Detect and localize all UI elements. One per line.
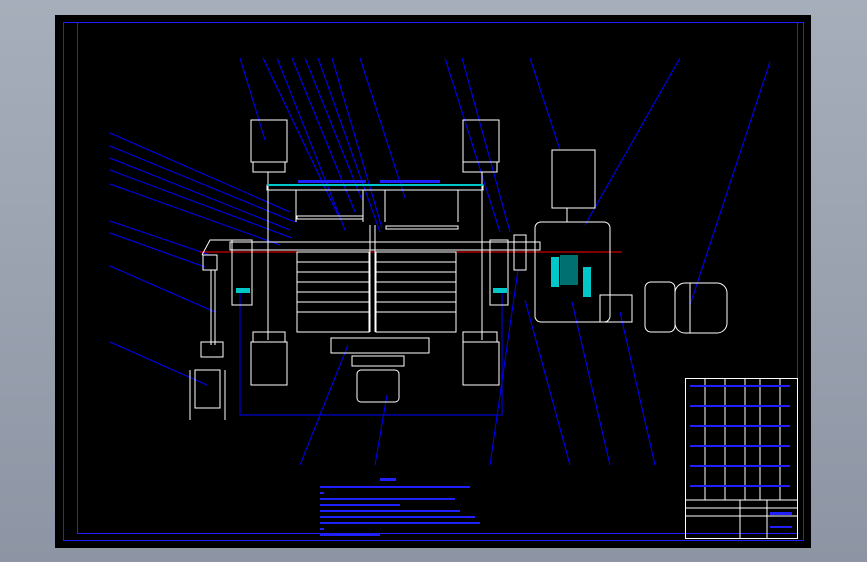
technical-notes (320, 478, 480, 536)
inner-border (77, 22, 798, 534)
cad-viewport[interactable] (55, 15, 811, 548)
machine-outline (189, 119, 728, 420)
section-hatching (236, 184, 591, 297)
drawing-sheet (63, 22, 804, 541)
